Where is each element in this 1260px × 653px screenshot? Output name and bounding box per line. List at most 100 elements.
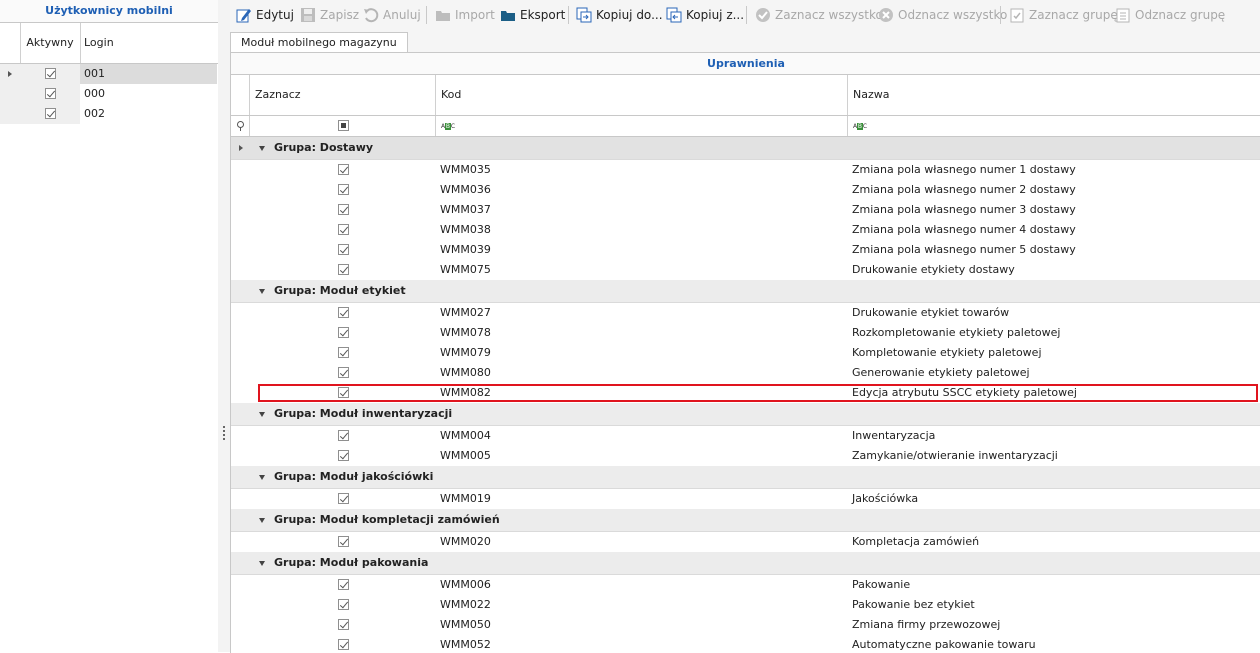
- collapse-group-icon[interactable]: [259, 146, 265, 151]
- permission-code: WMM020: [440, 535, 491, 548]
- permission-row[interactable]: WMM075 Drukowanie etykiety dostawy: [231, 260, 1260, 280]
- copy-from-button[interactable]: Kopiuj z...: [666, 5, 744, 25]
- permission-row[interactable]: WMM019 Jakościówka: [231, 489, 1260, 509]
- permission-name: Drukowanie etykiety dostawy: [852, 263, 1015, 276]
- import-button[interactable]: Import: [435, 5, 495, 25]
- permission-checkbox[interactable]: [338, 619, 349, 630]
- collapse-group-icon[interactable]: [259, 518, 265, 523]
- select-all-filter-checkbox[interactable]: [338, 120, 349, 131]
- user-row[interactable]: 001: [0, 64, 218, 84]
- users-grid-header: Aktywny Login: [0, 23, 218, 64]
- column-header-name[interactable]: Nazwa: [848, 75, 1260, 115]
- permission-name: Pakowanie bez etykiet: [852, 598, 975, 611]
- group-label: Grupa: Moduł pakowania: [274, 556, 429, 569]
- select-all-button[interactable]: Zaznacz wszystko: [755, 5, 883, 25]
- collapse-group-icon[interactable]: [259, 412, 265, 417]
- permission-row[interactable]: WMM036 Zmiana pola własnego numer 2 dosta…: [231, 180, 1260, 200]
- name-filter-cell[interactable]: ABC: [848, 116, 1260, 136]
- permission-row[interactable]: WMM006 Pakowanie: [231, 575, 1260, 595]
- permission-checkbox[interactable]: [338, 493, 349, 504]
- pencil-icon: [236, 7, 252, 23]
- column-header-select[interactable]: Zaznacz: [250, 75, 436, 115]
- login-cell[interactable]: 002: [80, 104, 217, 124]
- login-cell[interactable]: 000: [80, 84, 217, 104]
- group-row[interactable]: Grupa: Moduł jakościówki: [231, 466, 1260, 489]
- permission-checkbox[interactable]: [338, 224, 349, 235]
- permission-checkbox[interactable]: [338, 450, 349, 461]
- group-row[interactable]: Grupa: Moduł inwentaryzacji: [231, 403, 1260, 426]
- deselect-all-button[interactable]: Odznacz wszystko: [878, 5, 1007, 25]
- permission-checkbox[interactable]: [338, 204, 349, 215]
- group-row[interactable]: Grupa: Dostawy: [231, 137, 1260, 160]
- group-label: Grupa: Moduł jakościówki: [274, 470, 434, 483]
- permission-checkbox[interactable]: [338, 579, 349, 590]
- permission-checkbox[interactable]: [338, 599, 349, 610]
- permission-checkbox[interactable]: [338, 327, 349, 338]
- export-button[interactable]: Eksport: [500, 5, 565, 25]
- active-checkbox[interactable]: [45, 68, 56, 79]
- permission-code: WMM019: [440, 492, 491, 505]
- login-cell[interactable]: 001: [80, 64, 217, 84]
- permission-row[interactable]: WMM027 Drukowanie etykiet towarów: [231, 303, 1260, 323]
- permission-name: Rozkompletowanie etykiety paletowej: [852, 326, 1061, 339]
- tab-mobile-warehouse-module[interactable]: Moduł mobilnego magazynu: [230, 32, 408, 53]
- permission-checkbox[interactable]: [338, 307, 349, 318]
- group-row[interactable]: Grupa: Moduł etykiet: [231, 280, 1260, 303]
- active-checkbox[interactable]: [45, 88, 56, 99]
- save-button[interactable]: Zapisz: [300, 5, 359, 25]
- current-row-arrow-icon: [8, 71, 12, 77]
- permission-row[interactable]: WMM020 Kompletacja zamówień: [231, 532, 1260, 552]
- permission-checkbox[interactable]: [338, 387, 349, 398]
- permission-name: Generowanie etykiety paletowej: [852, 366, 1030, 379]
- permission-row[interactable]: WMM082 Edycja atrybutu SSCC etykiety pale…: [231, 383, 1260, 403]
- deselect-group-button[interactable]: Odznacz grupę: [1115, 5, 1225, 25]
- permission-checkbox[interactable]: [338, 244, 349, 255]
- permission-row[interactable]: WMM052 Automatyczne pakowanie towaru: [231, 635, 1260, 653]
- permission-row[interactable]: WMM038 Zmiana pola własnego numer 4 dosta…: [231, 220, 1260, 240]
- code-filter-cell[interactable]: ABC: [436, 116, 848, 136]
- permission-row[interactable]: WMM039 Zmiana pola własnego numer 5 dosta…: [231, 240, 1260, 260]
- permission-checkbox[interactable]: [338, 639, 349, 650]
- collapse-group-icon[interactable]: [259, 561, 265, 566]
- group-row[interactable]: Grupa: Moduł kompletacji zamówień: [231, 509, 1260, 532]
- column-header-login[interactable]: Login: [84, 23, 114, 63]
- permission-row[interactable]: WMM005 Zamykanie/otwieranie inwentaryzacj…: [231, 446, 1260, 466]
- cancel-button[interactable]: Anuluj: [363, 5, 421, 25]
- folder-icon: [500, 7, 516, 23]
- permission-row[interactable]: WMM035 Zmiana pola własnego numer 1 dosta…: [231, 160, 1260, 180]
- active-checkbox[interactable]: [45, 108, 56, 119]
- permission-checkbox[interactable]: [338, 164, 349, 175]
- permission-checkbox[interactable]: [338, 347, 349, 358]
- permission-checkbox[interactable]: [338, 430, 349, 441]
- panel-splitter[interactable]: [218, 0, 230, 652]
- permission-code: WMM080: [440, 366, 491, 379]
- permission-row[interactable]: WMM080 Generowanie etykiety paletowej: [231, 363, 1260, 383]
- permission-name: Zmiana pola własnego numer 2 dostawy: [852, 183, 1076, 196]
- permission-checkbox[interactable]: [338, 264, 349, 275]
- permission-row[interactable]: WMM079 Kompletowanie etykiety paletowej: [231, 343, 1260, 363]
- group-row[interactable]: Grupa: Moduł pakowania: [231, 552, 1260, 575]
- permission-checkbox[interactable]: [338, 367, 349, 378]
- x-circle-icon: [878, 7, 894, 23]
- permission-name: Drukowanie etykiet towarów: [852, 306, 1010, 319]
- copy-to-button[interactable]: Kopiuj do...: [576, 5, 663, 25]
- user-row[interactable]: 002: [0, 104, 218, 124]
- permission-checkbox[interactable]: [338, 536, 349, 547]
- row-indicator: [0, 104, 20, 124]
- permission-row[interactable]: WMM004 Inwentaryzacja: [231, 426, 1260, 446]
- permission-row[interactable]: WMM022 Pakowanie bez etykiet: [231, 595, 1260, 615]
- toolbar-separator: [426, 6, 427, 24]
- permission-checkbox[interactable]: [338, 184, 349, 195]
- permission-row[interactable]: WMM078 Rozkompletowanie etykiety paletowe…: [231, 323, 1260, 343]
- collapse-group-icon[interactable]: [259, 475, 265, 480]
- collapse-group-icon[interactable]: [259, 289, 265, 294]
- permission-row[interactable]: WMM037 Zmiana pola własnego numer 3 dosta…: [231, 200, 1260, 220]
- permission-row[interactable]: WMM050 Zmiana firmy przewozowej: [231, 615, 1260, 635]
- permission-code: WMM022: [440, 598, 491, 611]
- select-group-button[interactable]: Zaznacz grupę: [1009, 5, 1118, 25]
- select-filter-cell[interactable]: [250, 116, 436, 136]
- user-row[interactable]: 000: [0, 84, 218, 104]
- column-header-code[interactable]: Kod: [436, 75, 848, 115]
- column-header-active[interactable]: Aktywny: [20, 23, 81, 63]
- edit-button[interactable]: Edytuj: [236, 5, 294, 25]
